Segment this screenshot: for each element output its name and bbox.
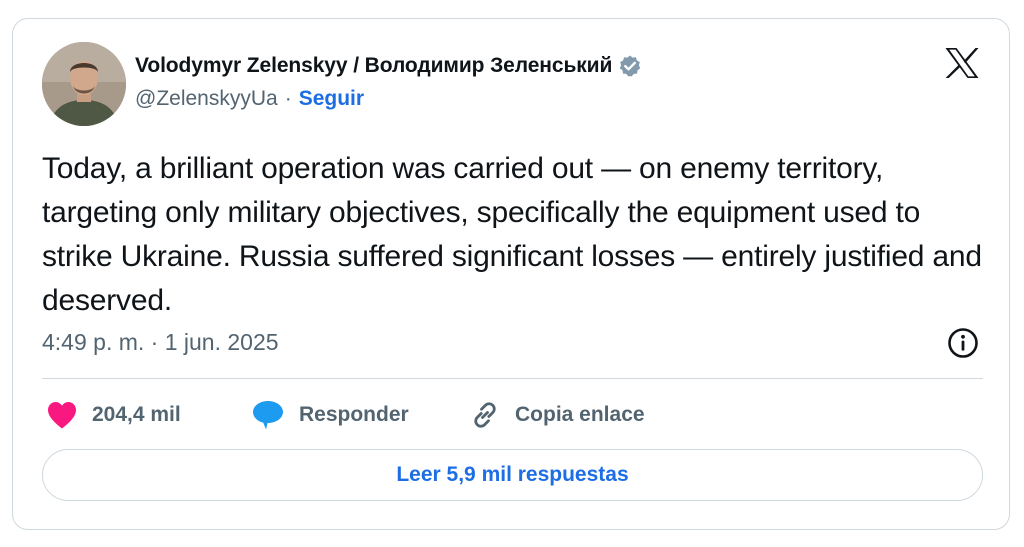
like-button[interactable]: 204,4 mil [46,397,181,433]
tweet-text: Today, a brilliant operation was carried… [42,152,982,317]
verified-badge-icon [620,55,641,77]
reply-button[interactable]: Responder [251,397,409,433]
follow-button[interactable]: Seguir [299,87,364,111]
tweet-card: Volodymyr Zelenskyy / Володимир Зеленськ… [12,18,1010,530]
handle-separator: · [284,87,292,110]
author-handle[interactable]: @ZelenskyyUa [135,87,278,111]
heart-icon [48,402,76,429]
author-display-name[interactable]: Volodymyr Zelenskyy / Володимир Зеленськ… [135,54,612,78]
speech-bubble-icon [253,401,283,430]
author-handle-row: @ZelenskyyUa · Seguir [135,87,364,111]
divider [42,378,983,379]
copy-link-button[interactable]: Copia enlace [469,397,645,433]
link-icon [474,402,496,428]
info-icon[interactable] [946,326,980,360]
read-replies-button[interactable]: Leer 5,9 mil respuestas [42,449,983,501]
copy-link-label: Copia enlace [515,403,645,426]
reply-label: Responder [299,403,409,426]
like-count: 204,4 mil [92,403,181,426]
tweet-timestamp[interactable]: 4:49 p. m. · 1 jun. 2025 [42,329,279,356]
avatar[interactable] [42,42,126,126]
author-name-row: Volodymyr Zelenskyy / Володимир Зеленськ… [135,51,642,81]
x-logo-icon[interactable] [944,47,980,79]
